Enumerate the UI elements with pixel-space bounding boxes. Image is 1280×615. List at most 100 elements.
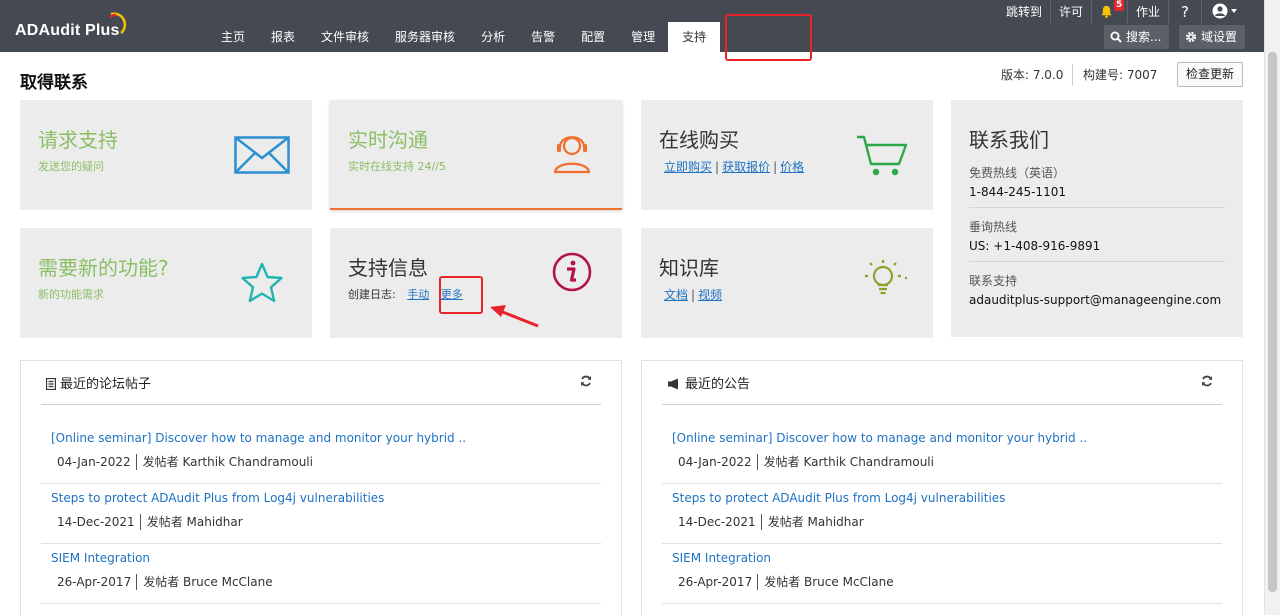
knowledge-base-card: 知识库 文档 | 视频 [641,228,933,338]
divider [41,404,601,405]
user-menu[interactable] [1201,0,1242,24]
domain-settings-button[interactable]: 域设置 [1179,25,1246,49]
top-header: ADAudit Plus 主页 报表 文件审核 服务器审核 分析 告警 配置 管… [0,0,1264,52]
announcement-title-link[interactable]: Steps to protect ADAudit Plus from Log4j… [672,491,1222,505]
post-author: 发帖者 Mahidhar [146,515,243,529]
forum-post-title-link[interactable]: Steps to protect ADAudit Plus from Log4j… [51,491,601,505]
bell-icon [1101,5,1112,18]
document-icon [45,377,57,391]
tab-file-audit[interactable]: 文件审核 [308,22,382,52]
announcement-item: Steps to protect ADAudit Plus from Log4j… [672,491,1222,530]
request-support-subtitle: 发送您的疑问 [38,160,104,173]
live-chat-title: 实时沟通 [348,128,428,152]
new-feature-title: 需要新的功能? [38,256,169,280]
forum-post-title-link[interactable]: SIEM Integration [51,551,601,565]
announcement-title-link[interactable]: SIEM Integration [672,551,1222,565]
announcement-title-link[interactable]: [Online seminar] Discover how to manage … [672,431,1222,445]
post-date: 26-Apr-2017 [678,575,753,589]
help-icon[interactable]: ? [1168,0,1201,24]
direct-line-number: US: +1-408-916-9891 [969,239,1101,253]
tab-support[interactable]: 支持 [668,22,721,52]
announcement-item: [Online seminar] Discover how to manage … [672,431,1222,470]
build-label: 构建号: 7007 [1083,68,1158,82]
check-update-button[interactable]: 检查更新 [1177,62,1243,87]
tab-reports[interactable]: 报表 [258,22,308,52]
megaphone-icon [668,378,678,390]
tab-home[interactable]: 主页 [208,22,258,52]
support-info-card: 支持信息 创建日志: 手动 更多 [330,228,622,338]
live-chat-card[interactable]: 实时沟通 实时在线支持 24//5 [330,100,622,210]
tollfree-number: 1-844-245-1101 [969,185,1066,199]
post-author: 发帖者 Bruce McClane [764,575,894,589]
user-avatar-icon [1212,3,1237,19]
contact-us-card: 联系我们 免费热线（英语） 1-844-245-1101 垂询热线 US: +1… [951,100,1243,337]
divider [139,514,141,530]
tab-alerts[interactable]: 告警 [518,22,568,52]
shopping-cart-icon [857,135,908,176]
buy-now-link[interactable]: 立即购买 [664,160,712,174]
support-info-title: 支持信息 [348,256,428,280]
contact-us-title: 联系我们 [969,128,1049,152]
forum-post-title-link[interactable]: [Online seminar] Discover how to manage … [51,431,601,445]
envelope-icon [234,136,290,174]
main-nav: 主页 报表 文件审核 服务器审核 分析 告警 配置 管理 支持 [208,22,721,52]
divider [135,454,137,470]
jobs-link[interactable]: 作业 [1127,0,1168,24]
link-separator: | [691,288,696,302]
pricing-link[interactable]: 价格 [780,160,804,174]
domain-settings-label: 域设置 [1201,30,1238,44]
info-icon [552,252,592,292]
new-feature-subtitle: 新的功能需求 [38,288,104,301]
divider [662,603,1222,604]
refresh-icon[interactable] [1200,374,1214,388]
forum-post-item: [Online seminar] Discover how to manage … [51,431,601,470]
tab-server-audit[interactable]: 服务器审核 [382,22,468,52]
notification-count-badge: 5 [1114,0,1125,11]
annotation-arrow-icon [490,305,539,328]
post-author: 发帖者 Bruce McClane [143,575,273,589]
videos-link[interactable]: 视频 [698,288,722,302]
manual-log-link[interactable]: 手动 [407,288,429,301]
jump-to-link[interactable]: 跳转到 [998,0,1050,24]
link-separator: | [715,160,720,174]
scrollbar-thumb[interactable] [1268,52,1277,592]
license-link[interactable]: 许可 [1050,0,1091,24]
announcement-meta: 26-Apr-2017 发帖者 Bruce McClane [678,573,1222,590]
announcement-meta: 04-Jan-2022 发帖者 Karthik Chandramouli [678,453,1222,470]
page-scrollbar[interactable] [1264,0,1280,615]
live-chat-subtitle: 实时在线支持 24//5 [348,160,446,173]
announcements-panel-title: 最近的公告 [685,377,751,392]
tab-configuration[interactable]: 配置 [568,22,618,52]
tab-admin[interactable]: 管理 [618,22,668,52]
documents-link[interactable]: 文档 [664,288,688,302]
link-separator: | [773,160,778,174]
tab-analytics[interactable]: 分析 [468,22,518,52]
more-log-link[interactable]: 更多 [441,288,463,301]
lightbulb-icon [865,260,908,295]
page-title: 取得联系 [20,73,88,93]
notifications-button[interactable]: 5 [1091,0,1127,24]
new-feature-card[interactable]: 需要新的功能? 新的功能需求 [20,228,312,338]
divider [757,574,759,590]
support-agent-icon [553,136,591,174]
knowledge-base-title: 知识库 [659,256,719,280]
announcement-meta: 14-Dec-2021 发帖者 Mahidhar [678,513,1222,530]
post-author: 发帖者 Karthik Chandramouli [142,455,313,469]
request-support-title: 请求支持 [38,128,118,152]
divider [662,404,1222,405]
post-author: 发帖者 Karthik Chandramouli [763,455,934,469]
star-icon [241,262,283,303]
announcements-panel-header: 最近的公告 [667,373,750,392]
live-chat-accent-bar [330,208,622,210]
get-quote-link[interactable]: 获取报价 [722,160,770,174]
divider [760,514,762,530]
support-email[interactable]: adauditplus-support@manageengine.com [969,293,1221,307]
post-date: 04-Jan-2022 [678,455,752,469]
request-support-card[interactable]: 请求支持 发送您的疑问 [20,100,312,210]
divider [1072,64,1073,86]
search-button[interactable]: 搜索... [1104,25,1170,49]
app-logo[interactable]: ADAudit Plus [15,22,120,40]
post-date: 04-Jan-2022 [57,455,131,469]
forum-post-meta: 04-Jan-2022 发帖者 Karthik Chandramouli [57,453,601,470]
refresh-icon[interactable] [579,374,593,388]
